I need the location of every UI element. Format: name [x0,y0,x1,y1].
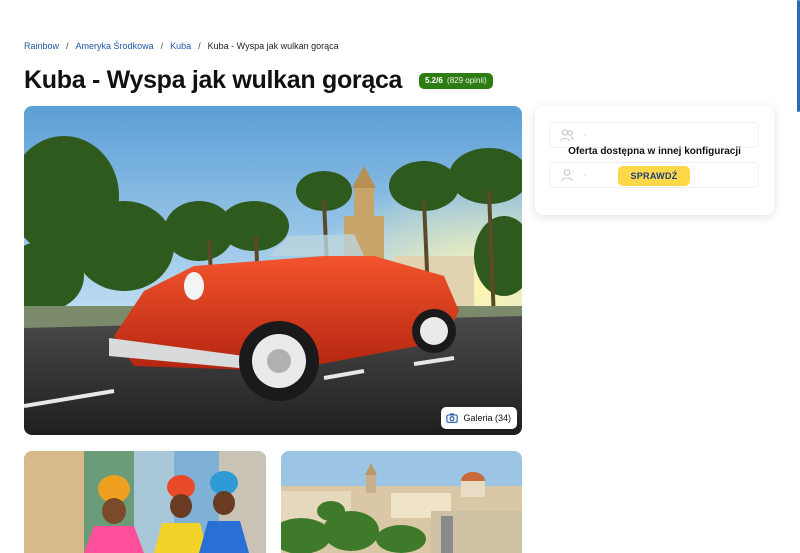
room-config-value: - [583,169,587,181]
gallery-label: Galeria (34) [463,413,511,423]
breadcrumb-separator: / [66,41,69,51]
gallery-button[interactable]: Galeria (34) [441,407,517,429]
breadcrumb-link-rainbow[interactable]: Rainbow [24,41,59,51]
breadcrumb-link-country[interactable]: Kuba [170,41,191,51]
thumbnail-photo-city [281,451,522,553]
hero-image[interactable]: Galeria (34) [24,106,522,435]
offer-panel: - Oferta dostępna w innej konfiguracji -… [535,106,774,215]
breadcrumb-separator: / [198,41,201,51]
breadcrumb: Rainbow / Ameryka Środkowa / Kuba / Kuba… [24,41,339,51]
thumbnail-dancers[interactable] [24,451,266,553]
breadcrumb-separator: / [160,41,164,51]
breadcrumb-current: Kuba - Wyspa jak wulkan gorąca [207,41,339,51]
rating-badge[interactable]: 5.2/6 (829 opinii) [419,73,493,89]
person-icon [561,169,573,182]
thumbnail-city[interactable] [281,451,522,553]
check-button[interactable]: SPRAWDŹ [618,166,690,186]
participants-field[interactable]: - [549,122,759,148]
page-title: Kuba - Wyspa jak wulkan gorąca [24,66,403,94]
participants-icon [560,129,574,142]
participants-value: - [583,129,587,141]
breadcrumb-link-region[interactable]: Ameryka Środkowa [76,41,154,51]
camera-icon [446,413,459,423]
thumbnail-photo-dancers [24,451,266,553]
rating-score: 5.2/6 [425,76,443,85]
offer-unavailable-message: Oferta dostępna w innej konfiguracji [568,146,741,157]
hero-photo-car [24,106,522,435]
rating-reviews: (829 opinii) [447,76,487,85]
